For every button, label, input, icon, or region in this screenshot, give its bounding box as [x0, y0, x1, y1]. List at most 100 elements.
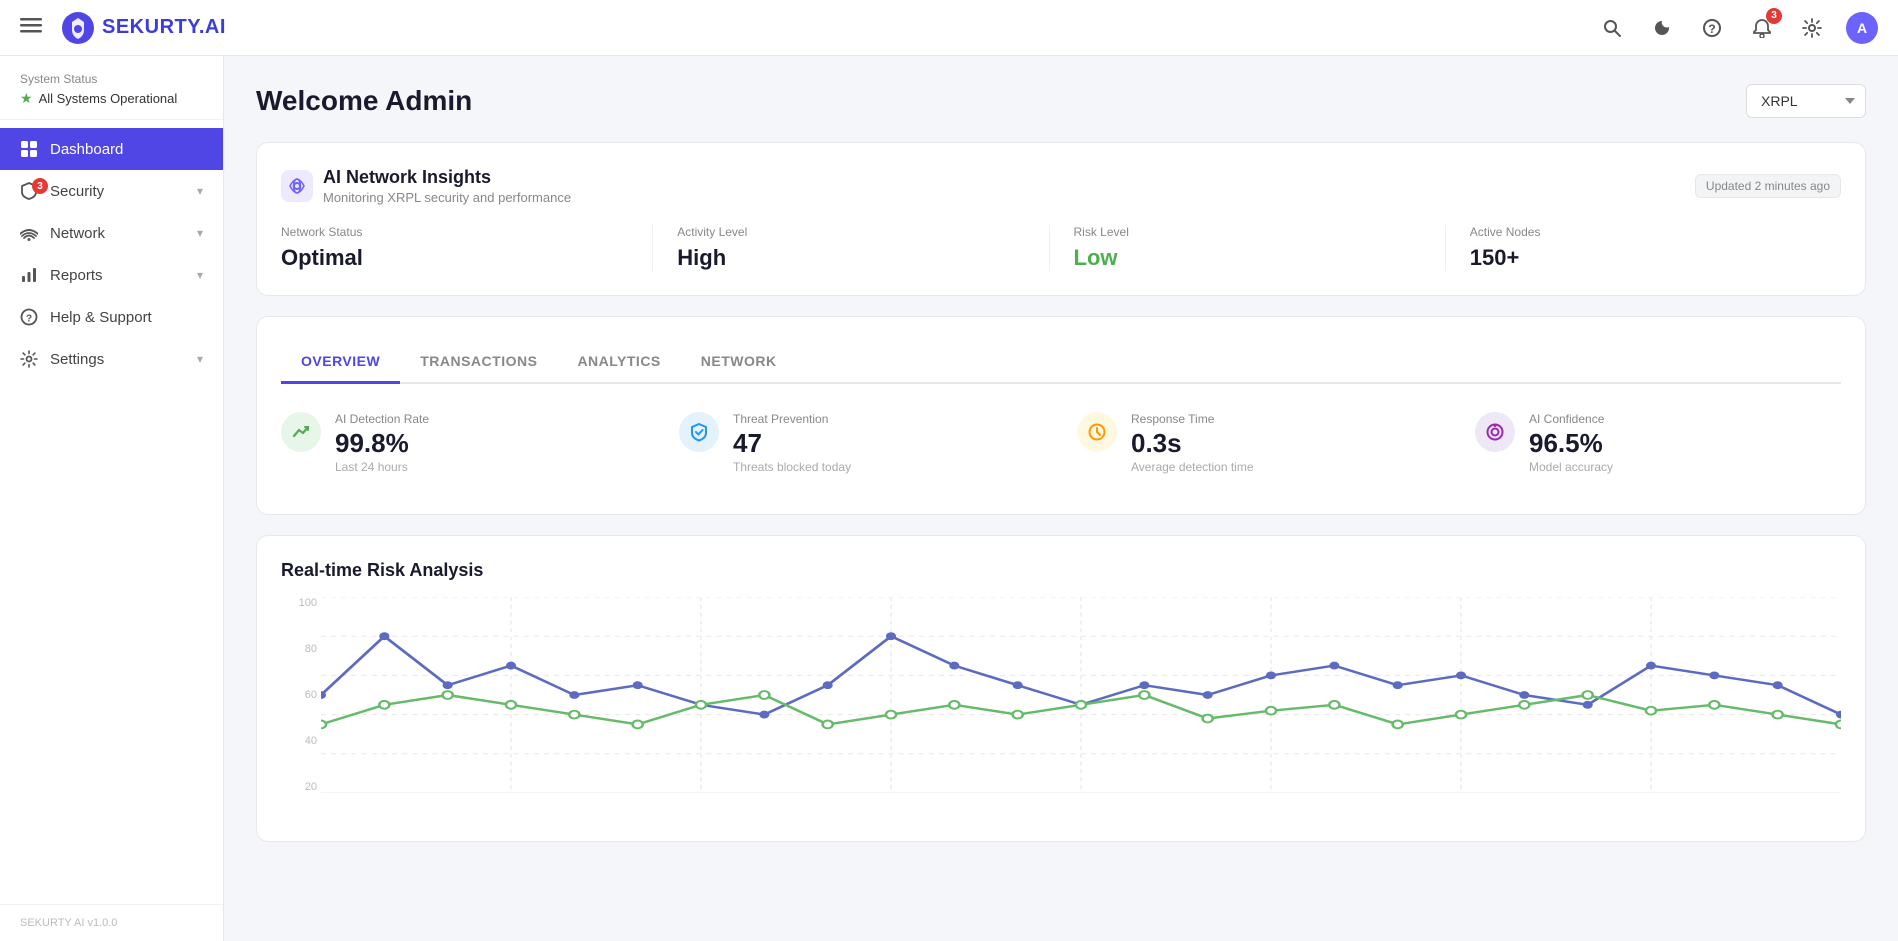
detection-rate-text: AI Detection Rate 99.8% Last 24 hours	[335, 412, 429, 474]
green-dot	[1646, 707, 1656, 715]
sidebar-item-settings[interactable]: Settings ▾	[0, 338, 223, 380]
risk-analysis-card: Real-time Risk Analysis 100 80 60 40 20	[256, 535, 1866, 842]
response-time-text: Response Time 0.3s Average detection tim…	[1131, 412, 1254, 474]
ai-insights-card: AI Network Insights Monitoring XRPL secu…	[256, 142, 1866, 296]
sidebar-item-label-settings: Settings	[50, 351, 185, 368]
sidebar-item-help-support[interactable]: ? Help & Support	[0, 296, 223, 338]
green-dot	[1836, 720, 1841, 728]
search-button[interactable]	[1596, 12, 1628, 44]
green-dot	[506, 701, 516, 709]
ai-insights-title: AI Network Insights	[323, 167, 571, 188]
ai-network-icon	[281, 170, 313, 202]
ai-confidence-icon	[1475, 412, 1515, 452]
help-button[interactable]: ?	[1696, 12, 1728, 44]
theme-toggle-button[interactable]	[1646, 12, 1678, 44]
dashboard-icon	[20, 140, 38, 158]
purple-dot	[1139, 681, 1149, 689]
stat-label-confidence: AI Confidence	[1529, 412, 1613, 426]
green-dot	[949, 701, 959, 709]
green-dot	[823, 720, 833, 728]
purple-dot	[1329, 662, 1339, 670]
network-chevron-icon: ▾	[197, 226, 203, 240]
y-axis: 100 80 60 40 20	[281, 597, 317, 793]
stat-detection-rate: AI Detection Rate 99.8% Last 24 hours	[281, 412, 647, 474]
notifications-badge: 3	[1766, 8, 1782, 24]
metric-active-nodes: Active Nodes 150+	[1446, 225, 1841, 271]
tab-overview[interactable]: OVERVIEW	[281, 341, 400, 384]
app-logo: SEKURTY.AI	[62, 12, 1584, 44]
purple-dot	[506, 662, 516, 670]
system-status-title: System Status	[20, 72, 203, 86]
metric-label-activity: Activity Level	[677, 225, 1024, 239]
ai-insights-header: AI Network Insights Monitoring XRPL secu…	[281, 167, 1841, 205]
updated-badge: Updated 2 minutes ago	[1695, 174, 1841, 198]
reports-icon	[20, 266, 38, 284]
page-title: Welcome Admin	[256, 85, 472, 117]
metric-label-nodes: Active Nodes	[1470, 225, 1817, 239]
app-name: SEKURTY.AI	[102, 16, 226, 39]
threat-prevention-icon	[679, 412, 719, 452]
topnav-icons: ? 3 A	[1596, 12, 1878, 44]
tabs-row: OVERVIEW TRANSACTIONS ANALYTICS NETWORK	[281, 341, 1841, 384]
reports-chevron-icon: ▾	[197, 268, 203, 282]
stat-response-time: Response Time 0.3s Average detection tim…	[1077, 412, 1443, 474]
system-status-value: All Systems Operational	[39, 91, 178, 106]
y-label-80: 80	[281, 643, 317, 655]
sidebar-item-label-reports: Reports	[50, 267, 185, 284]
green-dot	[1013, 711, 1023, 719]
stat-label-detection: AI Detection Rate	[335, 412, 429, 426]
hamburger-button[interactable]	[20, 14, 42, 42]
green-dot	[569, 711, 579, 719]
sidebar: System Status ★ All Systems Operational …	[0, 56, 224, 941]
security-icon: 3	[20, 182, 38, 200]
sidebar-item-security[interactable]: 3 Security ▾	[0, 170, 223, 212]
settings-button[interactable]	[1796, 12, 1828, 44]
y-label-40: 40	[281, 735, 317, 747]
metric-value-nodes: 150+	[1470, 245, 1817, 271]
sidebar-item-label-help: Help & Support	[50, 309, 203, 326]
ai-insights-text: AI Network Insights Monitoring XRPL secu…	[323, 167, 571, 205]
user-avatar[interactable]: A	[1846, 12, 1878, 44]
green-dot	[379, 701, 389, 709]
metric-value-risk: Low	[1074, 245, 1421, 271]
purple-dot	[443, 681, 453, 689]
main-content: Welcome Admin XRPL Ethereum Bitcoin AI N…	[224, 56, 1898, 941]
sidebar-item-dashboard[interactable]: Dashboard	[0, 128, 223, 170]
sidebar-item-reports[interactable]: Reports ▾	[0, 254, 223, 296]
green-dot	[1519, 701, 1529, 709]
system-status-section: System Status ★ All Systems Operational	[0, 56, 223, 120]
tab-network[interactable]: NETWORK	[681, 341, 797, 384]
green-dot	[1773, 711, 1783, 719]
sidebar-item-network[interactable]: Network ▾	[0, 212, 223, 254]
chart-svg	[321, 597, 1841, 793]
notifications-button[interactable]: 3	[1746, 12, 1778, 44]
sidebar-item-label-network: Network	[50, 225, 185, 242]
metric-label-network: Network Status	[281, 225, 628, 239]
metric-value-activity: High	[677, 245, 1024, 271]
tab-transactions[interactable]: TRANSACTIONS	[400, 341, 557, 384]
purple-dot	[823, 681, 833, 689]
purple-dot	[633, 681, 643, 689]
y-label-100: 100	[281, 597, 317, 609]
purple-dot	[886, 632, 896, 640]
settings-nav-icon	[20, 350, 38, 368]
green-dot	[1076, 701, 1086, 709]
green-dot	[1139, 691, 1149, 699]
stat-sub-detection: Last 24 hours	[335, 460, 429, 474]
metric-activity-level: Activity Level High	[653, 225, 1049, 271]
app-body: System Status ★ All Systems Operational …	[0, 56, 1898, 941]
tab-analytics[interactable]: ANALYTICS	[557, 341, 680, 384]
stat-value-threat: 47	[733, 430, 851, 456]
purple-dot	[1013, 681, 1023, 689]
purple-dot	[759, 711, 769, 719]
network-select[interactable]: XRPL Ethereum Bitcoin	[1746, 84, 1866, 118]
green-dot	[696, 701, 706, 709]
purple-dot	[1773, 681, 1783, 689]
metric-risk-level: Risk Level Low	[1050, 225, 1446, 271]
green-dot	[886, 711, 896, 719]
stat-sub-response: Average detection time	[1131, 460, 1254, 474]
sidebar-item-label-security: Security	[50, 183, 185, 200]
green-dot	[1329, 701, 1339, 709]
network-icon	[20, 224, 38, 242]
page-header: Welcome Admin XRPL Ethereum Bitcoin	[256, 84, 1866, 118]
